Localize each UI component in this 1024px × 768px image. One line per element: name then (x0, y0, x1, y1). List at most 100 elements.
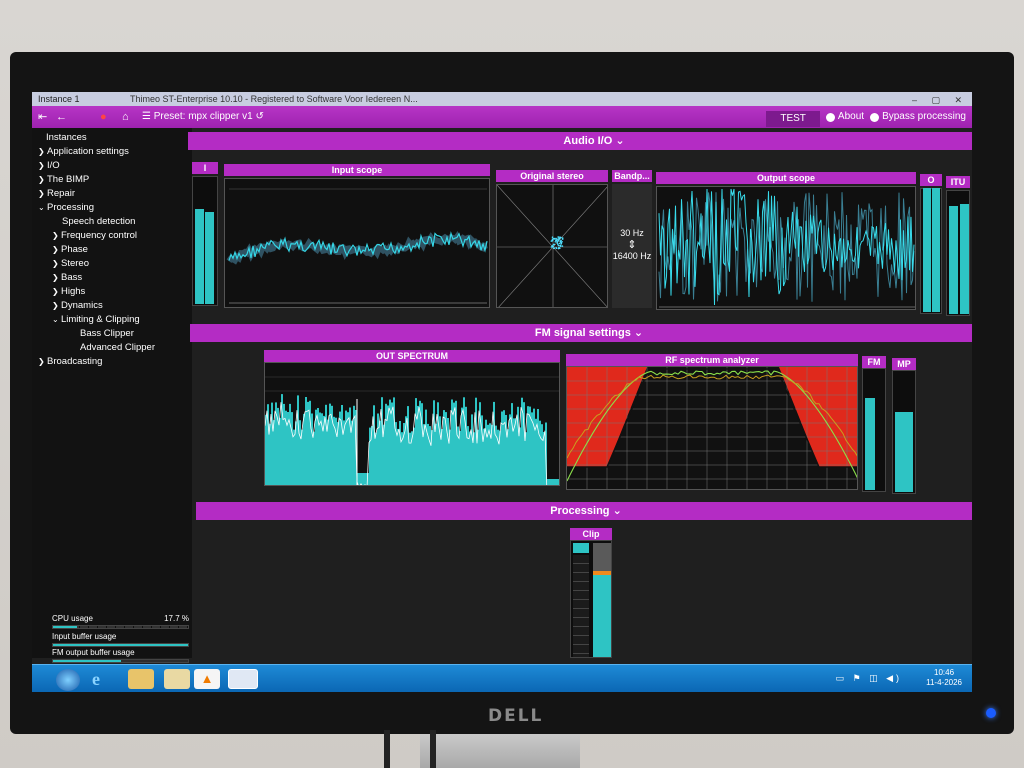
spectrum-bin (279, 417, 281, 485)
mpx-power-meter (892, 370, 916, 494)
spectrum-bin (471, 414, 473, 485)
spectrum-bin (339, 411, 341, 485)
stereo-dot (558, 237, 561, 240)
sidebar-item-bass-clipper[interactable]: Bass Clipper (80, 328, 134, 339)
spectrum-bin (299, 420, 301, 485)
sidebar-item-highs[interactable]: ❯ Highs (52, 286, 85, 297)
monitor-brand-logo: DELL (488, 706, 544, 726)
window-controls[interactable]: ‒ ▢ ✕ (912, 93, 968, 107)
stereo-dot (554, 241, 557, 243)
spectrum-bin (421, 403, 423, 485)
stereo-dot (560, 241, 562, 243)
preset-label[interactable]: ☰ Preset: mpx clipper v1 ↺ (142, 106, 264, 128)
fm-output-buffer-label: FM output buffer usage (52, 648, 135, 657)
stereo-tool-taskbar-icon[interactable] (228, 669, 258, 689)
input-buffer-fill (53, 644, 188, 646)
spectrum-bin (385, 403, 387, 485)
sidebar-item-advanced-clipper[interactable]: Advanced Clipper (80, 342, 155, 353)
spectrum-bin (391, 402, 393, 485)
processing-section-header[interactable]: Processing ⌄ (196, 502, 972, 520)
power-led-icon[interactable] (986, 708, 996, 718)
input-scope (224, 178, 490, 308)
sidebar-item-repair[interactable]: ❯ Repair (38, 188, 75, 199)
sidebar-item-broadcasting[interactable]: ❯ Broadcasting (38, 356, 102, 367)
bypass-processing-button[interactable]: Bypass processing (870, 106, 966, 128)
start-orb-icon[interactable] (56, 669, 80, 691)
about-button[interactable]: About (825, 106, 864, 128)
window-tab[interactable]: Instance 1 (38, 94, 80, 104)
spectrum-bin (307, 401, 309, 485)
original-stereo-header: Original stereo (496, 170, 608, 182)
sidebar-item-dynamics[interactable]: ❯ Dynamics (52, 300, 103, 311)
chevron-right-icon: ❯ (38, 357, 45, 366)
chevron-right-icon: ❯ (52, 301, 59, 310)
vlc-icon[interactable]: ▲ (194, 669, 220, 689)
sidebar-item-the-bimp[interactable]: ❯ The BIMP (38, 174, 89, 185)
spectrum-bin (467, 426, 469, 485)
record-icon[interactable]: ● (100, 106, 107, 128)
sidebar-item-speech-detection[interactable]: Speech detection (62, 216, 135, 227)
chevron-right-icon: ❯ (52, 287, 59, 296)
out-spectrum (264, 362, 560, 486)
cpu-usage-value: 17.7 % (164, 614, 189, 623)
fm-level-bar (865, 398, 875, 490)
spectrum-bin (509, 414, 511, 485)
sidebar-item-frequency-control[interactable]: ❯ Frequency control (52, 230, 137, 241)
spectrum-bin (363, 473, 365, 485)
spectrum-bin (413, 427, 415, 485)
spectrum-bin (313, 431, 315, 485)
spectrum-bin (547, 479, 549, 485)
fm-meter-header: FM (862, 356, 886, 368)
file-explorer-icon[interactable] (128, 669, 154, 689)
spectrum-bin (549, 479, 551, 485)
spectrum-bin (533, 408, 535, 485)
sidebar-item-stereo[interactable]: ❯ Stereo (52, 258, 89, 269)
stereo-dot (553, 247, 556, 249)
collapse-sidebar-icon[interactable]: ⇤ (38, 106, 47, 128)
sidebar-item-io[interactable]: ❯ I/O (38, 160, 60, 171)
taskbar-clock[interactable]: 10:46 11-4-2026 (926, 668, 962, 688)
clock-date: 11-4-2026 (926, 678, 962, 687)
audio-io-section-header[interactable]: Audio I/O ⌄ (188, 132, 972, 150)
spectrum-bin (559, 479, 560, 486)
sidebar: Instances ❯ Application settings ❯ I/O ❯ Th… (32, 128, 192, 663)
home-icon[interactable]: ⌂ (122, 106, 129, 128)
sidebar-item-instances[interactable]: Instances (46, 132, 87, 143)
back-arrow-icon[interactable]: ← (56, 106, 67, 128)
spectrum-bin (503, 410, 505, 485)
stereo-dot (560, 239, 562, 242)
cable (384, 730, 390, 768)
bandpass-low: 30 Hz (620, 228, 644, 238)
input-scope-graph (226, 188, 488, 304)
test-button[interactable]: TEST (766, 110, 820, 127)
spectrum-bin (305, 397, 307, 485)
sidebar-item-phase[interactable]: ❯ Phase (52, 244, 88, 255)
clock-time: 10:46 (934, 668, 955, 677)
spectrum-bin (555, 479, 557, 485)
bandpass-display[interactable]: 30 Hz ⇕ 16400 Hz (612, 184, 652, 308)
spectrum-bin (527, 406, 529, 485)
window-title: Thimeo ST-Enterprise 10.10 - Registered … (130, 94, 418, 104)
media-player-icon[interactable] (164, 669, 190, 689)
sidebar-item-application-settings[interactable]: ❯ Application settings (38, 146, 129, 157)
spectrum-bin (325, 404, 327, 485)
chevron-right-icon: ❯ (52, 245, 59, 254)
sidebar-item-bass[interactable]: ❯ Bass (52, 272, 82, 283)
system-tray-icons[interactable]: ▭ ⚑ ◫ ◀) (836, 673, 903, 684)
output-level-left-bar (923, 188, 931, 312)
stereo-dot (555, 238, 558, 240)
internet-explorer-icon[interactable]: e (92, 669, 118, 689)
spectrum-bin (539, 420, 541, 485)
stereo-dot (553, 243, 556, 246)
sidebar-item-limiting-clipping[interactable]: ⌄ Limiting & Clipping (52, 314, 140, 325)
bandpass-high: 16400 Hz (612, 251, 652, 261)
fm-signal-section-header[interactable]: FM signal settings ⌄ (190, 324, 972, 342)
sidebar-item-processing[interactable]: ⌄ Processing (38, 202, 94, 213)
itu-right-bar (960, 204, 969, 314)
spectrum-bin (341, 405, 343, 485)
stereo-dot (559, 236, 562, 239)
stereo-dot (551, 240, 553, 242)
clip-indicator-top (573, 543, 589, 553)
spectrum-bin (465, 406, 467, 485)
stereo-dot (558, 242, 561, 245)
